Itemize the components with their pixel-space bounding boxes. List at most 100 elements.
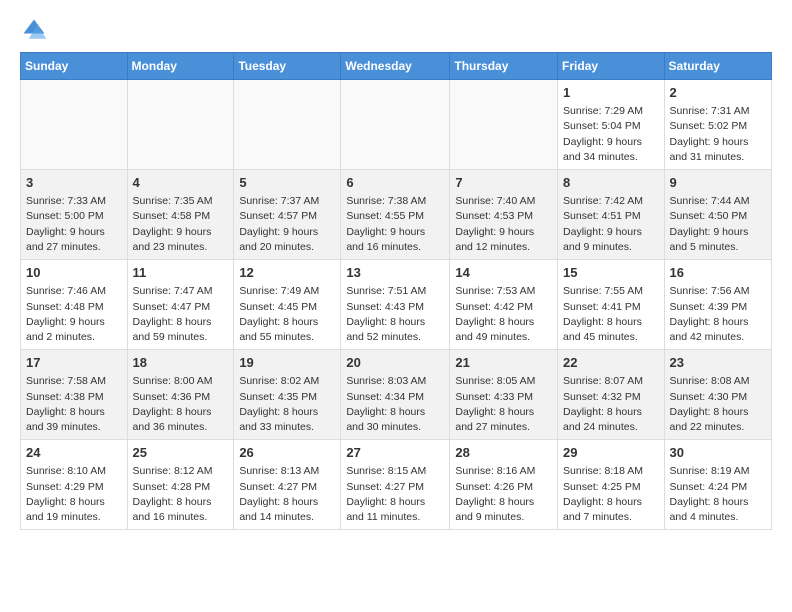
day-info: Sunrise: 7:40 AM Sunset: 4:53 PM Dayligh… — [455, 195, 535, 253]
day-number: 18 — [133, 354, 229, 372]
day-info: Sunrise: 8:19 AM Sunset: 4:24 PM Dayligh… — [670, 465, 750, 523]
calendar-cell: 19 Sunrise: 8:02 AM Sunset: 4:35 PM Dayli… — [234, 350, 341, 440]
weekday-header-saturday: Saturday — [664, 53, 771, 80]
calendar-week-row: 1 Sunrise: 7:29 AM Sunset: 5:04 PM Daylig… — [21, 80, 772, 170]
day-info: Sunrise: 8:08 AM Sunset: 4:30 PM Dayligh… — [670, 375, 750, 433]
calendar-cell: 18 Sunrise: 8:00 AM Sunset: 4:36 PM Dayli… — [127, 350, 234, 440]
day-number: 27 — [346, 444, 444, 462]
day-info: Sunrise: 8:13 AM Sunset: 4:27 PM Dayligh… — [239, 465, 319, 523]
day-info: Sunrise: 8:10 AM Sunset: 4:29 PM Dayligh… — [26, 465, 106, 523]
calendar-cell: 16Sunrise: 7:56 AM Sunset: 4:39 PM Dayli… — [664, 260, 771, 350]
weekday-header-monday: Monday — [127, 53, 234, 80]
day-number: 19 — [239, 354, 335, 372]
day-number: 20 — [346, 354, 444, 372]
calendar-cell — [450, 80, 558, 170]
calendar-cell: 20 Sunrise: 8:03 AM Sunset: 4:34 PM Dayli… — [341, 350, 450, 440]
day-number: 30 — [670, 444, 766, 462]
weekday-header-tuesday: Tuesday — [234, 53, 341, 80]
calendar-cell: 24 Sunrise: 8:10 AM Sunset: 4:29 PM Dayli… — [21, 440, 128, 530]
calendar-cell: 11 Sunrise: 7:47 AM Sunset: 4:47 PM Dayli… — [127, 260, 234, 350]
day-info: Sunrise: 7:53 AM Sunset: 4:42 PM Dayligh… — [455, 285, 535, 343]
day-number: 2 — [670, 84, 766, 102]
day-info: Sunrise: 7:44 AM Sunset: 4:50 PM Dayligh… — [670, 195, 750, 253]
day-number: 24 — [26, 444, 122, 462]
day-info: Sunrise: 7:51 AM Sunset: 4:43 PM Dayligh… — [346, 285, 426, 343]
day-number: 6 — [346, 174, 444, 192]
day-info: Sunrise: 8:12 AM Sunset: 4:28 PM Dayligh… — [133, 465, 213, 523]
day-number: 1 — [563, 84, 659, 102]
calendar-cell: 17 Sunrise: 7:58 AM Sunset: 4:38 PM Dayli… — [21, 350, 128, 440]
day-number: 8 — [563, 174, 659, 192]
day-number: 25 — [133, 444, 229, 462]
day-number: 3 — [26, 174, 122, 192]
calendar-week-row: 10 Sunrise: 7:46 AM Sunset: 4:48 PM Dayli… — [21, 260, 772, 350]
calendar-week-row: 24 Sunrise: 8:10 AM Sunset: 4:29 PM Dayli… — [21, 440, 772, 530]
calendar-cell: 29 Sunrise: 8:18 AM Sunset: 4:25 PM Dayli… — [558, 440, 665, 530]
day-number: 13 — [346, 264, 444, 282]
calendar-cell: 27 Sunrise: 8:15 AM Sunset: 4:27 PM Dayli… — [341, 440, 450, 530]
day-info: Sunrise: 8:16 AM Sunset: 4:26 PM Dayligh… — [455, 465, 535, 523]
calendar-cell: 26 Sunrise: 8:13 AM Sunset: 4:27 PM Dayli… — [234, 440, 341, 530]
calendar-cell: 23Sunrise: 8:08 AM Sunset: 4:30 PM Dayli… — [664, 350, 771, 440]
day-info: Sunrise: 8:03 AM Sunset: 4:34 PM Dayligh… — [346, 375, 426, 433]
day-info: Sunrise: 8:07 AM Sunset: 4:32 PM Dayligh… — [563, 375, 643, 433]
day-info: Sunrise: 8:00 AM Sunset: 4:36 PM Dayligh… — [133, 375, 213, 433]
calendar-cell: 22 Sunrise: 8:07 AM Sunset: 4:32 PM Dayli… — [558, 350, 665, 440]
day-info: Sunrise: 7:35 AM Sunset: 4:58 PM Dayligh… — [133, 195, 213, 253]
day-number: 11 — [133, 264, 229, 282]
day-info: Sunrise: 7:47 AM Sunset: 4:47 PM Dayligh… — [133, 285, 213, 343]
calendar-cell: 9 Sunrise: 7:44 AM Sunset: 4:50 PM Daylig… — [664, 170, 771, 260]
calendar-cell — [127, 80, 234, 170]
day-info: Sunrise: 7:55 AM Sunset: 4:41 PM Dayligh… — [563, 285, 643, 343]
weekday-header-row: SundayMondayTuesdayWednesdayThursdayFrid… — [21, 53, 772, 80]
day-info: Sunrise: 7:37 AM Sunset: 4:57 PM Dayligh… — [239, 195, 319, 253]
calendar-cell: 28 Sunrise: 8:16 AM Sunset: 4:26 PM Dayli… — [450, 440, 558, 530]
calendar-week-row: 3Sunrise: 7:33 AM Sunset: 5:00 PM Daylig… — [21, 170, 772, 260]
day-info: Sunrise: 7:46 AM Sunset: 4:48 PM Dayligh… — [26, 285, 106, 343]
calendar-cell: 3Sunrise: 7:33 AM Sunset: 5:00 PM Daylig… — [21, 170, 128, 260]
day-number: 10 — [26, 264, 122, 282]
day-number: 12 — [239, 264, 335, 282]
calendar-cell: 1 Sunrise: 7:29 AM Sunset: 5:04 PM Daylig… — [558, 80, 665, 170]
calendar-cell: 30 Sunrise: 8:19 AM Sunset: 4:24 PM Dayli… — [664, 440, 771, 530]
calendar-cell: 8 Sunrise: 7:42 AM Sunset: 4:51 PM Daylig… — [558, 170, 665, 260]
calendar-cell: 6 Sunrise: 7:38 AM Sunset: 4:55 PM Daylig… — [341, 170, 450, 260]
day-number: 17 — [26, 354, 122, 372]
calendar-cell: 15 Sunrise: 7:55 AM Sunset: 4:41 PM Dayli… — [558, 260, 665, 350]
day-number: 14 — [455, 264, 552, 282]
calendar-cell: 10 Sunrise: 7:46 AM Sunset: 4:48 PM Dayli… — [21, 260, 128, 350]
day-info: Sunrise: 7:38 AM Sunset: 4:55 PM Dayligh… — [346, 195, 426, 253]
weekday-header-friday: Friday — [558, 53, 665, 80]
logo-icon — [20, 16, 48, 44]
weekday-header-sunday: Sunday — [21, 53, 128, 80]
calendar-cell: 25 Sunrise: 8:12 AM Sunset: 4:28 PM Dayli… — [127, 440, 234, 530]
calendar-cell — [341, 80, 450, 170]
day-info: Sunrise: 8:15 AM Sunset: 4:27 PM Dayligh… — [346, 465, 426, 523]
day-info: Sunrise: 8:18 AM Sunset: 4:25 PM Dayligh… — [563, 465, 643, 523]
day-number: 9 — [670, 174, 766, 192]
day-number: 21 — [455, 354, 552, 372]
calendar-week-row: 17 Sunrise: 7:58 AM Sunset: 4:38 PM Dayli… — [21, 350, 772, 440]
day-number: 5 — [239, 174, 335, 192]
day-number: 28 — [455, 444, 552, 462]
weekday-header-thursday: Thursday — [450, 53, 558, 80]
day-info: Sunrise: 7:49 AM Sunset: 4:45 PM Dayligh… — [239, 285, 319, 343]
day-info: Sunrise: 7:58 AM Sunset: 4:38 PM Dayligh… — [26, 375, 106, 433]
calendar-cell — [234, 80, 341, 170]
day-number: 22 — [563, 354, 659, 372]
day-info: Sunrise: 7:29 AM Sunset: 5:04 PM Dayligh… — [563, 105, 643, 163]
logo — [20, 16, 52, 44]
calendar-cell: 2Sunrise: 7:31 AM Sunset: 5:02 PM Daylig… — [664, 80, 771, 170]
day-number: 26 — [239, 444, 335, 462]
calendar-cell: 5 Sunrise: 7:37 AM Sunset: 4:57 PM Daylig… — [234, 170, 341, 260]
calendar-cell: 14 Sunrise: 7:53 AM Sunset: 4:42 PM Dayli… — [450, 260, 558, 350]
calendar-cell: 21Sunrise: 8:05 AM Sunset: 4:33 PM Dayli… — [450, 350, 558, 440]
calendar-cell — [21, 80, 128, 170]
day-info: Sunrise: 7:42 AM Sunset: 4:51 PM Dayligh… — [563, 195, 643, 253]
calendar-cell: 7Sunrise: 7:40 AM Sunset: 4:53 PM Daylig… — [450, 170, 558, 260]
day-number: 15 — [563, 264, 659, 282]
calendar-cell: 13 Sunrise: 7:51 AM Sunset: 4:43 PM Dayli… — [341, 260, 450, 350]
calendar-cell: 4Sunrise: 7:35 AM Sunset: 4:58 PM Daylig… — [127, 170, 234, 260]
day-number: 29 — [563, 444, 659, 462]
day-info: Sunrise: 8:02 AM Sunset: 4:35 PM Dayligh… — [239, 375, 319, 433]
